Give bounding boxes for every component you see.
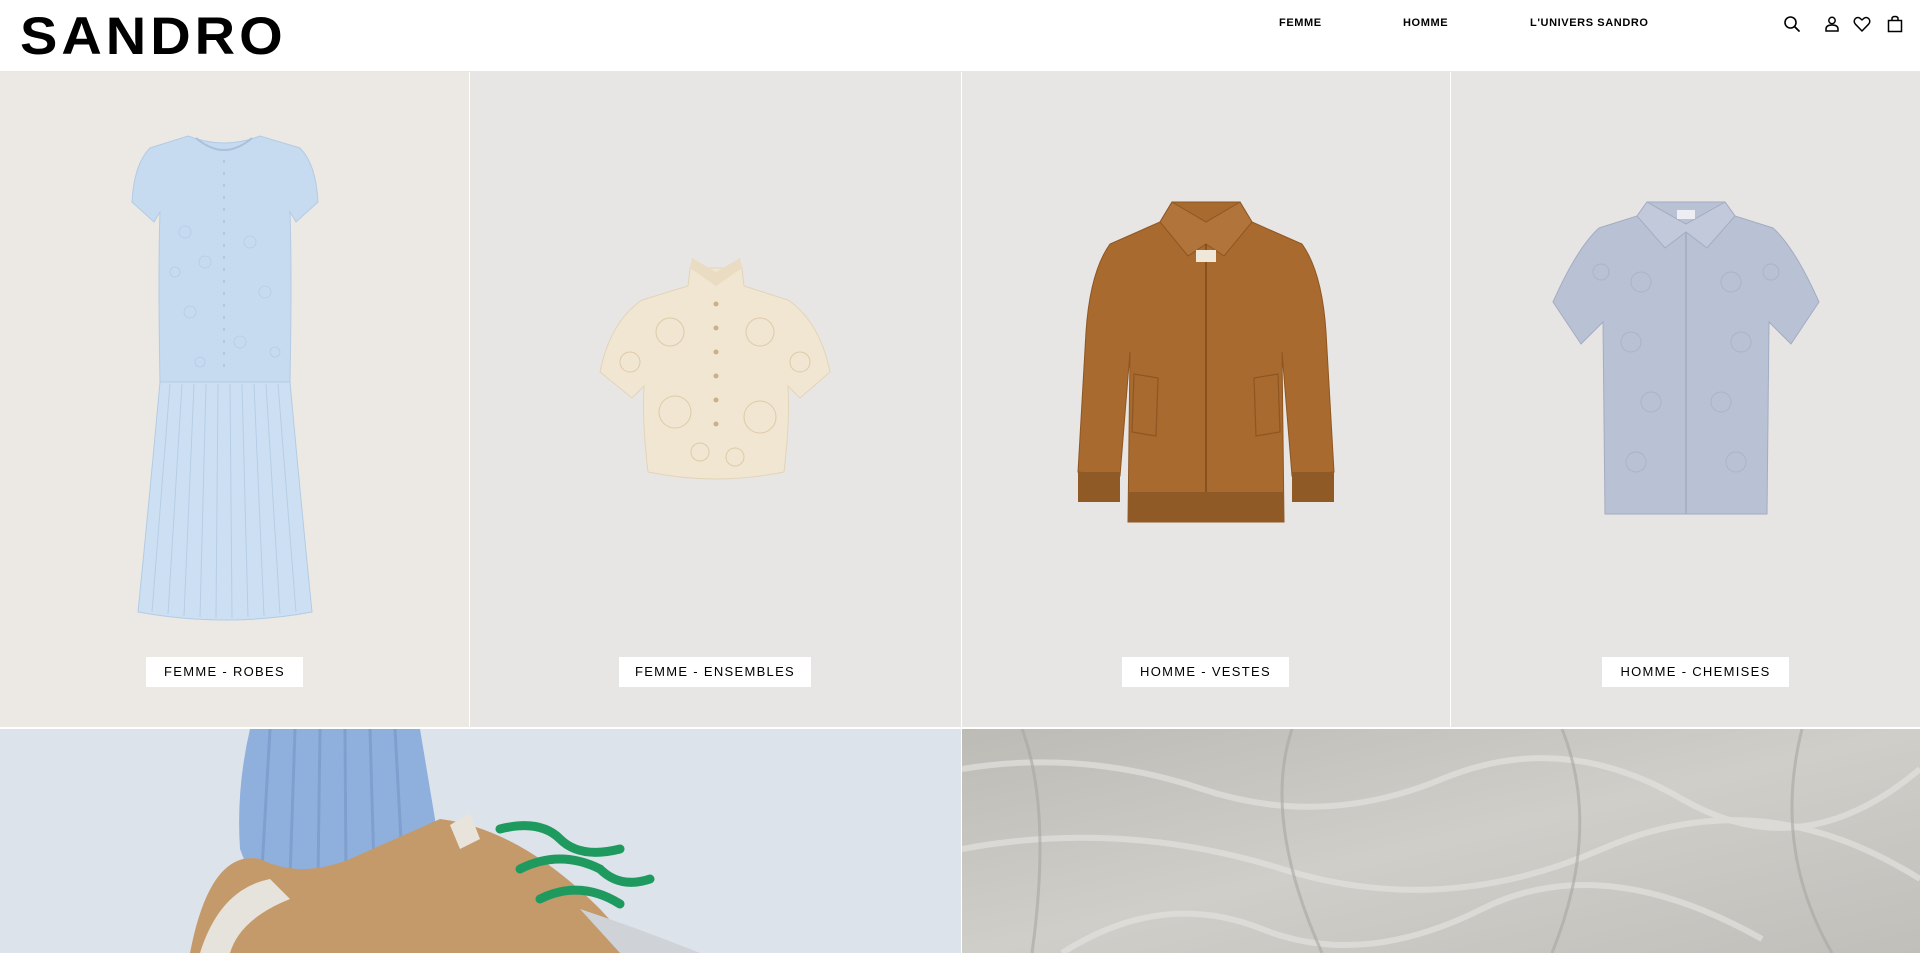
category-tile-homme-vestes[interactable]: HOMME - VESTES — [962, 72, 1450, 727]
blouse-image — [599, 258, 831, 480]
site-header: SANDRO FEMME HOMME L'UNIVERS SANDRO — [0, 0, 1920, 72]
wishlist-icon[interactable] — [1852, 14, 1872, 34]
sandro-logo[interactable]: SANDRO — [20, 7, 287, 65]
category-tile-homme-chemises[interactable]: HOMME - CHEMISES — [1451, 72, 1920, 727]
tile-label[interactable]: FEMME - ROBES — [146, 657, 303, 687]
bag-icon[interactable] — [1885, 14, 1905, 34]
shirt-image — [1552, 201, 1820, 515]
tile-label[interactable]: HOMME - VESTES — [1122, 657, 1289, 687]
category-tile-femme-ensembles[interactable]: FEMME - ENSEMBLES — [470, 72, 961, 727]
tile-label[interactable]: FEMME - ENSEMBLES — [619, 657, 811, 687]
category-tiles: FEMME - ROBES FEMME - ENSEMBLES HOMME - … — [0, 72, 1920, 727]
category-tile-femme-robes[interactable]: FEMME - ROBES — [0, 72, 469, 727]
fabric-image — [962, 729, 1920, 953]
nav-item-femme[interactable]: FEMME — [1279, 17, 1322, 29]
nav-item-univers-sandro[interactable]: L'UNIVERS SANDRO — [1530, 17, 1649, 29]
banner-fabric[interactable] — [962, 729, 1920, 953]
account-icon[interactable] — [1822, 14, 1842, 34]
tile-divider — [961, 72, 962, 727]
search-icon[interactable] — [1782, 14, 1802, 34]
dress-image — [131, 135, 319, 621]
sneaker-image — [0, 729, 961, 953]
tile-divider — [1450, 72, 1451, 727]
jacket-image — [1077, 201, 1335, 523]
nav-item-homme[interactable]: HOMME — [1403, 17, 1448, 29]
tile-label[interactable]: HOMME - CHEMISES — [1602, 657, 1789, 687]
tile-divider — [469, 72, 470, 727]
banner-sneaker[interactable] — [0, 729, 961, 953]
